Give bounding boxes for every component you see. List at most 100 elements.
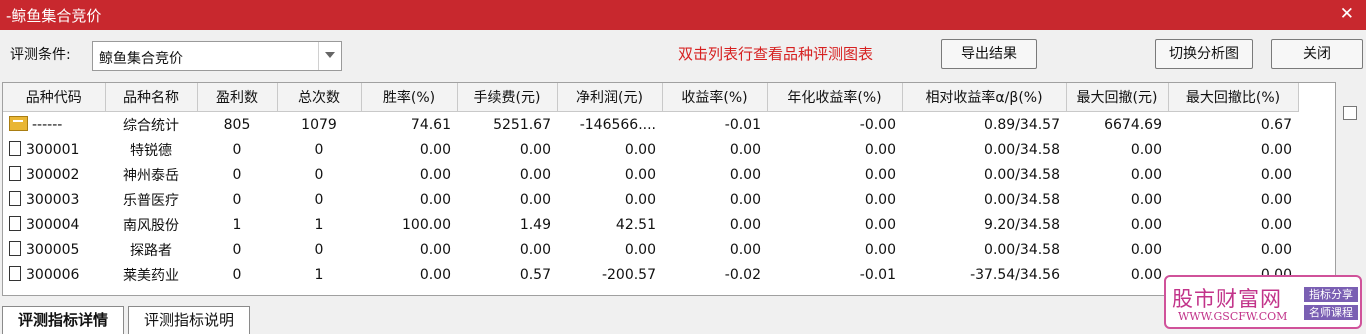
cell-code-text: 300002 [26, 167, 80, 183]
table-cell: 0.00 [729, 216, 761, 233]
tab-indicator-description[interactable]: 评测指标说明 [128, 306, 250, 334]
document-icon [9, 191, 21, 206]
table-cell: 0.00/34.58 [984, 241, 1060, 258]
table-cell: 0 [314, 141, 324, 158]
column-header[interactable]: 最大回撤(元) [1066, 83, 1169, 112]
watermark-tag-course: 名师课程 [1304, 305, 1358, 320]
summary-row[interactable]: ------ 综合统计 805 1079 74.61 5251.67 -146566....… [3, 112, 1298, 138]
hint-text: 双击列表行查看品种评测图表 [678, 45, 874, 63]
table-cell: 0.00 [1130, 216, 1162, 233]
document-icon [9, 266, 21, 281]
tab-indicator-details[interactable]: 评测指标详情 [2, 306, 124, 334]
table-cell: -146566.... [579, 116, 656, 133]
table-cell: 0.00 [1260, 166, 1292, 183]
table-cell: 0.00 [624, 241, 656, 258]
export-button[interactable]: 导出结果 [941, 39, 1037, 69]
table-cell: 1079 [301, 116, 337, 133]
switch-chart-button[interactable]: 切换分析图 [1155, 39, 1253, 69]
table-cell: 0.00 [1130, 191, 1162, 208]
column-header[interactable]: 净利润(元) [557, 83, 663, 112]
dropdown-arrow-icon[interactable] [318, 42, 341, 70]
table-row[interactable]: 300003 乐普医疗 0 0 0.00 0.00 0.00 0.00 0.00 0.00/34.… [3, 187, 1298, 212]
column-header[interactable]: 手续费(元) [457, 83, 558, 112]
column-header[interactable]: 盈利数 [197, 83, 278, 112]
column-header[interactable]: 相对收益率α/β(%) [902, 83, 1067, 112]
cell-code: 300001 [3, 137, 105, 162]
table-row[interactable]: 300004 南风股份 1 1 100.00 1.49 42.51 0.00 0.00 9.20/… [3, 212, 1298, 237]
cell-code: 300005 [3, 237, 105, 262]
table-cell: 1 [314, 216, 324, 233]
results-table[interactable]: 品种代码 品种名称 盈利数 总次数 胜率(%) 手续费(元) 净利润(元) 收益率(%) 年化收… [2, 82, 1336, 296]
close-button[interactable]: 关闭 [1271, 39, 1363, 69]
document-icon [9, 141, 21, 156]
table-cell: 805 [223, 116, 251, 133]
table-cell: 100.00 [402, 216, 451, 233]
cell-code-text: 300006 [26, 267, 80, 283]
table-cell: 0.00 [729, 141, 761, 158]
column-header[interactable]: 品种代码 [3, 83, 106, 112]
table-cell: 0.00 [519, 141, 551, 158]
table-row[interactable]: 300005 探路者 0 0 0.00 0.00 0.00 0.00 0.00 0.00/34.5… [3, 237, 1298, 262]
condition-select[interactable]: 鲸鱼集合竞价 [92, 41, 342, 71]
table-cell: 0 [314, 241, 324, 258]
cell-code: 300003 [3, 187, 105, 212]
document-icon [9, 216, 21, 231]
column-header[interactable]: 品种名称 [105, 83, 198, 112]
table-cell: 综合统计 [123, 117, 179, 134]
table-cell: 0.00 [624, 141, 656, 158]
column-header[interactable]: 总次数 [277, 83, 362, 112]
table-row[interactable]: 300001 特锐德 0 0 0.00 0.00 0.00 0.00 0.00 0.00/34.5… [3, 137, 1298, 162]
table-cell: 0.00 [419, 166, 451, 183]
document-icon [9, 166, 21, 181]
table-cell: 42.51 [615, 216, 656, 233]
table-cell: 探路者 [130, 242, 172, 259]
summary-folder-icon [9, 116, 28, 131]
table-cell: 0 [232, 141, 242, 158]
watermark-logo: 股市财富网 WWW.GSCFW.COM 指标分享 名师课程 [1164, 275, 1362, 329]
cell-code: 300002 [3, 162, 105, 187]
table-cell: 0.00 [729, 166, 761, 183]
tab-bar: 评测指标详情 评测指标说明 [0, 304, 1160, 334]
table-cell: 0 [232, 266, 242, 283]
cell-code: 300004 [3, 212, 105, 237]
column-header[interactable]: 收益率(%) [662, 83, 768, 112]
table-cell: 0 [232, 166, 242, 183]
table-cell: 南风股份 [123, 217, 179, 234]
cell-code-text: 300001 [26, 142, 80, 158]
table-cell: 0.00 [729, 191, 761, 208]
table-cell: 0.00 [1260, 216, 1292, 233]
table-cell: 1.49 [519, 216, 551, 233]
table-cell: 0.00 [1130, 166, 1162, 183]
watermark-site: 股市财富网 [1172, 287, 1282, 311]
window-title: -鲸鱼集合竞价 [6, 7, 102, 25]
watermark-url: WWW.GSCFW.COM [1178, 310, 1288, 323]
table-cell: 0.00 [864, 241, 896, 258]
condition-label: 评测条件: [10, 47, 71, 63]
table-cell: 0.00 [624, 166, 656, 183]
title-bar: -鲸鱼集合竞价 ✕ [0, 0, 1366, 30]
table-cell: 0.00 [1130, 241, 1162, 258]
table-cell: 0.57 [519, 266, 551, 283]
table-row[interactable]: 300006 莱美药业 0 1 0.00 0.57 -200.57 -0.02 -0.01 -37… [3, 262, 1298, 287]
table-cell: 0.00 [519, 166, 551, 183]
table-cell: -37.54/34.56 [970, 266, 1060, 283]
table-cell: 0.00 [1260, 241, 1292, 258]
table-cell: 0.00 [864, 216, 896, 233]
table-cell: 6674.69 [1104, 116, 1162, 133]
condition-select-value: 鲸鱼集合竞价 [99, 51, 183, 67]
table-cell: 1 [314, 266, 324, 283]
column-header[interactable]: 年化收益率(%) [767, 83, 903, 112]
table-cell: 0.00 [1130, 266, 1162, 283]
table-cell: 0 [232, 191, 242, 208]
table-cell: -0.00 [859, 116, 896, 133]
column-header[interactable]: 最大回撤比(%) [1168, 83, 1299, 112]
table-cell: 0.00 [419, 266, 451, 283]
table-cell: 0 [314, 191, 324, 208]
column-header[interactable]: 胜率(%) [361, 83, 458, 112]
column-toggle-checkbox[interactable] [1343, 106, 1357, 120]
window-close-icon[interactable]: ✕ [1340, 4, 1354, 24]
table-cell: 1 [232, 216, 242, 233]
table-cell: 0.00 [519, 191, 551, 208]
table-row[interactable]: 300002 神州泰岳 0 0 0.00 0.00 0.00 0.00 0.00 0.00/34.… [3, 162, 1298, 187]
watermark-tag-share: 指标分享 [1304, 287, 1358, 302]
